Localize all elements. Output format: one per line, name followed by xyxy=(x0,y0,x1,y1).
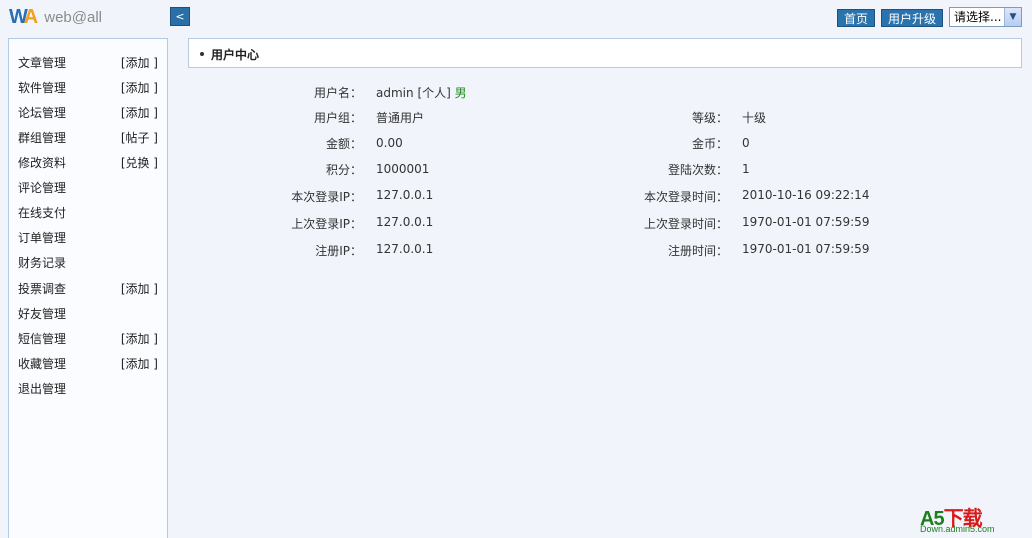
last-login-time-label: 上次登录时间： xyxy=(643,217,728,231)
sidebar-item-friends[interactable]: 好友管理 xyxy=(18,305,158,321)
sidebar-item-forum[interactable]: 论坛管理 [添加 ] xyxy=(18,104,158,120)
login-count-value: 1 xyxy=(742,162,750,176)
sidebar-item-online-payment[interactable]: 在线支付 xyxy=(18,204,158,220)
sidebar-action-posts[interactable]: [帖子 ] xyxy=(121,129,158,146)
sidebar-action-add[interactable]: [添加 ] xyxy=(121,355,158,372)
sidebar-item-messages[interactable]: 短信管理 [添加 ] xyxy=(18,330,158,346)
sidebar-item-orders[interactable]: 订单管理 xyxy=(18,229,158,245)
sidebar-item-profile[interactable]: 修改资料 [兑换 ] xyxy=(18,154,158,170)
top-nav: 首页 xyxy=(837,9,876,27)
user-upgrade-button[interactable]: 用户升级 xyxy=(881,9,944,27)
collapse-sidebar-button[interactable]: < xyxy=(170,7,190,26)
level-label: 等级： xyxy=(691,111,728,125)
user-type: [个人] xyxy=(417,86,451,100)
top-nav-upgrade: 用户升级 xyxy=(881,9,944,27)
chevron-down-icon[interactable]: ▼ xyxy=(1004,8,1021,26)
sidebar-item-comments[interactable]: 评论管理 xyxy=(18,179,158,195)
sidebar-item-articles[interactable]: 文章管理 [添加 ] xyxy=(18,54,158,70)
login-count-label: 登陆次数： xyxy=(667,163,728,177)
logo-mark: WA xyxy=(9,5,38,28)
home-button[interactable]: 首页 xyxy=(837,9,876,27)
register-time-label: 注册时间： xyxy=(667,244,728,258)
balance-value: 0.00 xyxy=(376,136,403,150)
level-value: 十级 xyxy=(742,111,767,125)
panel-title: 用户中心 xyxy=(211,48,260,62)
bullet-icon xyxy=(200,52,204,56)
last-login-ip-label: 上次登录IP： xyxy=(291,217,362,231)
watermark-url: Down.admin5.com xyxy=(920,524,995,534)
register-ip-label: 注册IP： xyxy=(315,244,362,258)
sidebar-action-exchange[interactable]: [兑换 ] xyxy=(121,154,158,171)
current-login-time-value: 2010-10-16 09:22:14 xyxy=(742,188,870,202)
balance-label: 金额： xyxy=(325,137,362,151)
sidebar-action-add[interactable]: [添加 ] xyxy=(121,330,158,347)
sidebar-action-add[interactable]: [添加 ] xyxy=(121,280,158,297)
quick-select-dropdown[interactable]: 请选择... ▼ xyxy=(949,7,1022,27)
last-login-ip-value: 127.0.0.1 xyxy=(376,215,434,229)
username-label: 用户名： xyxy=(313,86,362,100)
usergroup-value: 普通用户 xyxy=(376,111,425,125)
user-gender: 男 xyxy=(454,86,467,100)
sidebar-item-logout[interactable]: 退出管理 xyxy=(18,380,158,396)
current-login-ip-value: 127.0.0.1 xyxy=(376,188,434,202)
register-ip-value: 127.0.0.1 xyxy=(376,242,434,256)
points-label: 积分： xyxy=(325,163,362,177)
sidebar-item-favorites[interactable]: 收藏管理 [添加 ] xyxy=(18,355,158,371)
sidebar-action-add[interactable]: [添加 ] xyxy=(121,54,158,71)
last-login-time-value: 1970-01-01 07:59:59 xyxy=(742,215,870,229)
panel-header: 用户中心 xyxy=(188,38,1022,68)
logo: WA web@all xyxy=(9,5,102,29)
sidebar-action-add[interactable]: [添加 ] xyxy=(121,104,158,121)
logo-text: web@all xyxy=(44,8,102,26)
sidebar-item-finance[interactable]: 财务记录 xyxy=(18,254,158,270)
current-login-time-label: 本次登录时间： xyxy=(643,190,728,204)
sidebar-action-add[interactable]: [添加 ] xyxy=(121,79,158,96)
current-login-ip-label: 本次登录IP： xyxy=(291,190,362,204)
sidebar-item-software[interactable]: 软件管理 [添加 ] xyxy=(18,79,158,95)
username-value: admin [个人] 男 xyxy=(376,86,467,100)
watermark-logo: A5下载 Down.admin5.com xyxy=(920,502,1024,536)
register-time-value: 1970-01-01 07:59:59 xyxy=(742,242,870,256)
select-value: 请选择... xyxy=(954,10,1002,24)
points-value: 1000001 xyxy=(376,162,430,176)
coins-value: 0 xyxy=(742,136,750,150)
sidebar: 文章管理 [添加 ] 软件管理 [添加 ] 论坛管理 [添加 ] 群组管理 [帖子 ] … xyxy=(8,38,168,538)
usergroup-label: 用户组： xyxy=(313,111,362,125)
coins-label: 金币： xyxy=(691,137,728,151)
sidebar-item-groups[interactable]: 群组管理 [帖子 ] xyxy=(18,129,158,145)
sidebar-item-polls[interactable]: 投票调查 [添加 ] xyxy=(18,280,158,296)
